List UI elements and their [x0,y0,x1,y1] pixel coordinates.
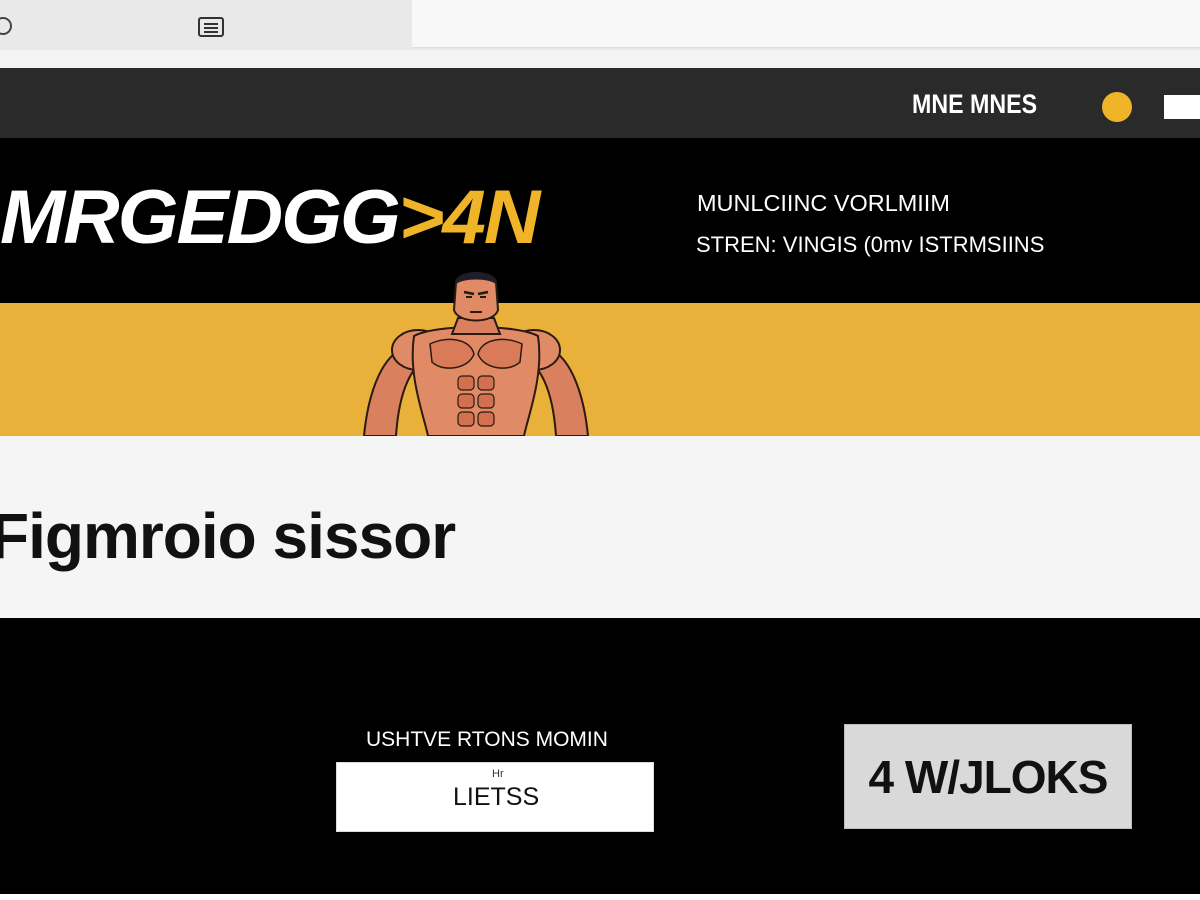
browser-toolbar [0,0,1200,50]
hero-tagline-line1: MUNLCIINC VORLMIIM [697,190,950,216]
hero-accent-band [0,303,1200,436]
hero-tagline-line2: STREN: VINGIS (0mv ISTRMSIINS [696,232,1045,257]
brand-logo[interactable]: MRGEDGG>4N [0,175,541,260]
cta-button-label: 4 W/JLOKS [868,750,1109,803]
reader-icon[interactable] [198,17,224,37]
muscle-mascot-icon [362,272,590,436]
cta-button[interactable]: 4 W/JLOKS [844,724,1132,829]
nav-menu-button[interactable] [1164,95,1200,119]
refresh-icon[interactable] [0,17,12,35]
footer-bottom-edge [0,894,1200,900]
address-bar[interactable] [412,0,1200,48]
page-top-gap [0,50,1200,68]
footer-field-label: USHTVE RTONS MOMIN [366,728,608,751]
input-value-text: LIETSS [453,783,540,811]
logo-main-text: MRGEDGG [0,175,401,260]
section-heading: Figmroio sissor [0,500,456,572]
input-hint-text: Hr [492,768,504,780]
logo-accent-text: >4N [398,175,541,260]
nav-menu-link[interactable]: MNE MNES [912,88,1037,120]
nav-indicator-dot[interactable] [1102,92,1132,122]
